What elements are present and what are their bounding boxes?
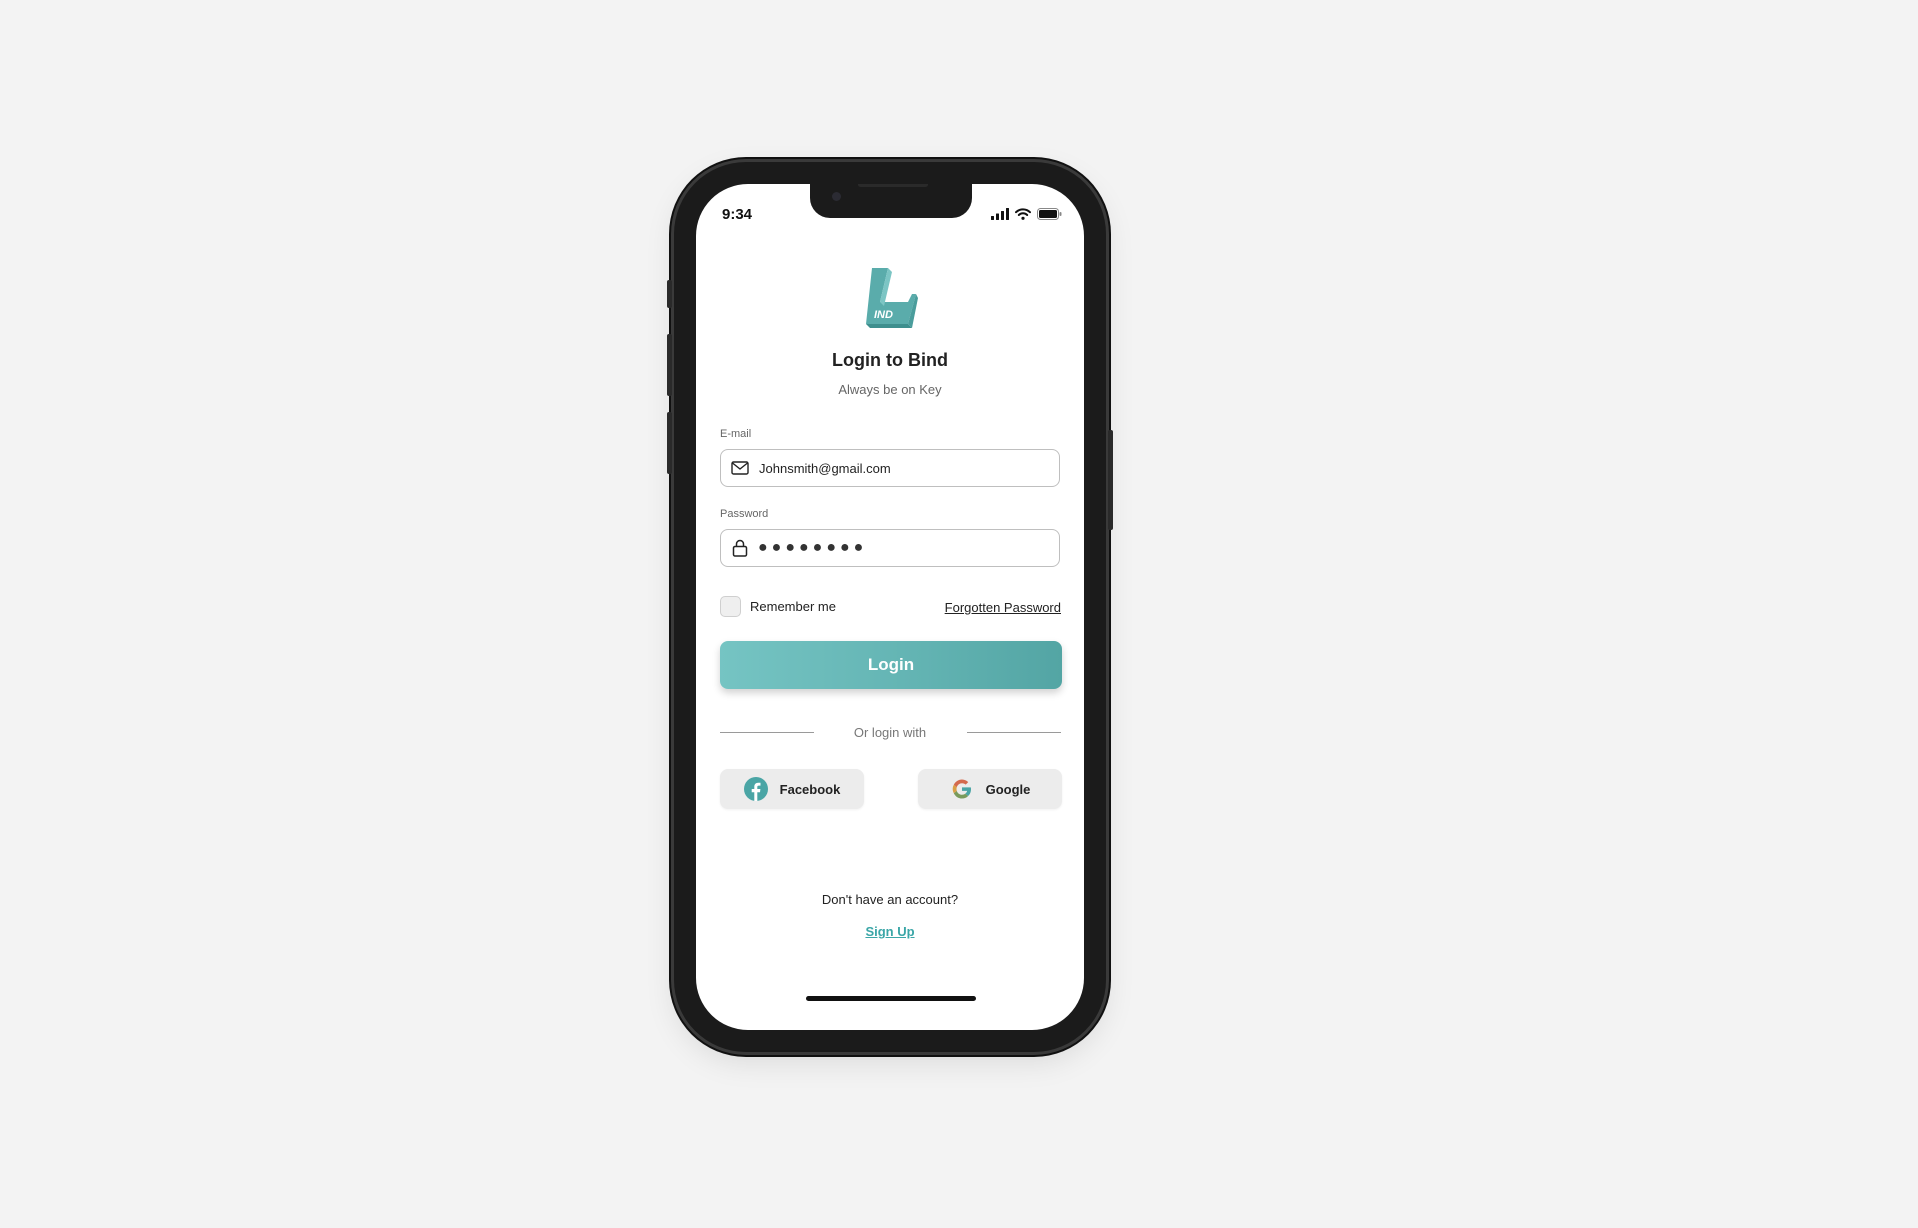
login-button[interactable]: Login xyxy=(720,641,1062,689)
lock-icon xyxy=(731,539,749,557)
google-icon xyxy=(952,779,971,799)
facebook-label: Facebook xyxy=(779,781,841,797)
front-camera xyxy=(832,192,841,201)
sign-up-link[interactable]: Sign Up xyxy=(696,924,1084,939)
power-button xyxy=(1108,430,1113,530)
password-input[interactable]: ●●●●●●●● xyxy=(758,539,867,557)
earpiece-speaker xyxy=(858,184,928,187)
volume-down-button xyxy=(667,412,672,474)
remember-me[interactable]: Remember me xyxy=(720,596,836,617)
email-field[interactable] xyxy=(720,449,1060,487)
email-input[interactable] xyxy=(759,460,1049,476)
no-account-text: Don't have an account? xyxy=(821,892,959,907)
email-label: E-mail xyxy=(720,428,752,440)
volume-up-button xyxy=(667,334,672,396)
facebook-icon xyxy=(743,777,768,801)
home-indicator[interactable] xyxy=(806,996,976,1001)
remember-me-checkbox[interactable] xyxy=(720,596,741,617)
divider-line-right xyxy=(967,732,1061,733)
battery-icon xyxy=(1037,208,1062,220)
bind-logo: IND xyxy=(866,268,918,328)
status-icons xyxy=(991,208,1062,220)
phone-frame: 9:34 IND Login to Bind Always be on Key … xyxy=(667,162,1113,1052)
forgot-password-link[interactable]: Forgotten Password xyxy=(945,600,1061,615)
cellular-signal-icon xyxy=(991,208,1009,220)
logo-text: IND xyxy=(874,309,893,321)
wifi-icon xyxy=(1015,208,1031,220)
phone-screen: 9:34 IND Login to Bind Always be on Key … xyxy=(696,184,1084,1030)
notch xyxy=(810,184,972,218)
facebook-login-button[interactable]: Facebook xyxy=(720,769,864,809)
password-label: Password xyxy=(720,508,769,520)
google-login-button[interactable]: Google xyxy=(918,769,1062,809)
mail-icon xyxy=(731,459,749,477)
password-field[interactable]: ●●●●●●●● xyxy=(720,529,1060,567)
page-subtitle: Always be on Key xyxy=(838,382,942,397)
remember-me-label: Remember me xyxy=(750,599,836,614)
silent-switch xyxy=(667,280,672,308)
google-label: Google xyxy=(985,781,1031,797)
status-time: 9:34 xyxy=(722,206,753,223)
page-title: Login to Bind xyxy=(832,350,948,370)
